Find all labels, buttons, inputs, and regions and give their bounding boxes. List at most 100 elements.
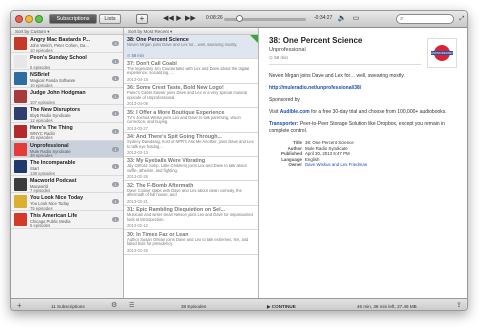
tab-subscriptions[interactable]: Subscriptions: [49, 14, 97, 24]
episode-tags: Title 38: One Percent Science Author Mule …: [269, 140, 461, 168]
podcast-row[interactable]: Unprofessional Mule Radio Syndicate 38 epi…: [11, 140, 123, 159]
rewind-icon[interactable]: ◀◀: [163, 14, 174, 24]
podcast-row[interactable]: Macworld Podcast Macworld 7 episodes 1: [11, 176, 123, 194]
episode-row[interactable]: 38: One Percent Science Neven Mrgan joins…: [124, 35, 258, 60]
episode-row-meta: 2013-02-21: [127, 198, 148, 204]
podcast-row[interactable]: Angry Mac Bastards P... John Welch, Peter…: [11, 35, 123, 53]
podcast-row[interactable]: Here's The Thing WNYC Radio 45 episodes 1: [11, 123, 123, 141]
zoom-window-button[interactable]: [35, 15, 43, 23]
fullscreen-icon[interactable]: ⤢: [458, 14, 466, 24]
unplayed-badge: 1: [112, 93, 119, 99]
podcast-artwork-thumb: [14, 107, 27, 121]
notes-visit-prefix: Visit: [269, 109, 279, 115]
episode-row[interactable]: 30: In Times Faz or Lean Author Susan Orl…: [124, 230, 258, 255]
podcast-row[interactable]: Peon's Sunday School 5 episodes 1: [11, 53, 123, 71]
artwork-label: UNPROFESSIONAL: [431, 51, 459, 55]
speaker-icon[interactable]: 🔈: [337, 14, 347, 24]
continue-button[interactable]: ▶ CONTINUE: [267, 304, 296, 310]
close-window-button[interactable]: [15, 15, 23, 23]
podcast-title: Judge John Hodgman: [30, 89, 86, 96]
divider: [269, 64, 421, 65]
podcast-artwork-thumb: [14, 37, 27, 50]
episode-row-description: Panic's Cabel Sasser joins Dave and Lex …: [127, 91, 248, 100]
bottom-bar: + 11 Subscriptions ⚙ ☰ 38 Episodes ▶ CON…: [11, 298, 467, 310]
episode-row-meta: 2013-03-27: [127, 125, 148, 131]
episode-row-description: Author Susan Orlean joins Dave and Lex t…: [127, 237, 249, 247]
unplayed-badge: 1: [112, 146, 119, 152]
podcast-artwork-thumb: [14, 142, 27, 156]
episode-row-meta: 2013-01-29: [127, 247, 148, 253]
podcast-row[interactable]: The New Disruptors 5by5 Radio Syndicate 12…: [11, 105, 123, 123]
fast-forward-icon[interactable]: ▶▶: [185, 14, 196, 24]
search-icon: ⌕: [400, 16, 404, 22]
episode-list: Sort by Most Recent ▾ 38: One Percent Sc…: [124, 28, 259, 298]
play-icon[interactable]: ▶: [174, 14, 184, 24]
episode-sort-menu[interactable]: Sort by Most Recent ▾: [124, 28, 258, 35]
podcast-row[interactable]: NSBrief Magical Panda Software 10 episodes…: [11, 70, 123, 88]
playback-scrubber[interactable]: [224, 15, 306, 22]
list-icon[interactable]: ☰: [129, 302, 134, 309]
episode-row-description: Dave Coulier stabs with Dave and Lex abo…: [127, 188, 242, 198]
episode-row-meta: 2013-03-13: [127, 150, 148, 156]
unplayed-badge: 1: [112, 199, 119, 205]
episode-row[interactable]: 37: Don't Call Coabl The legendary Jim Co…: [124, 59, 258, 84]
podcast-row[interactable]: You Look Nice Today You Look Nice Today 75…: [11, 193, 123, 211]
unplayed-badge: 1: [112, 128, 119, 134]
scrubber-knob[interactable]: [236, 15, 243, 22]
episode-row-description: Neven Mrgan joins Dave and Lex for... we…: [127, 42, 238, 47]
app-window: Subscriptions Lists + ◀◀ ▶ ▶▶ 0:08:26 -0…: [10, 10, 468, 311]
podcast-row[interactable]: The Incomparable Start 138 episodes 1: [11, 158, 123, 176]
episode-link[interactable]: http://muleradio.net/unprofessional/38/: [269, 85, 361, 91]
episode-row-description: Musician and writer Sean Nelson joins Le…: [127, 213, 253, 222]
podcast-artwork-thumb: [14, 195, 27, 209]
unplayed-badge: 1: [112, 111, 119, 117]
podcast-row[interactable]: Judge John Hodgman 107 episodes 1: [11, 88, 123, 106]
tab-lists[interactable]: Lists: [99, 14, 121, 24]
transporter-link[interactable]: Transporter:: [269, 121, 298, 127]
episode-title: 38: One Percent Science: [269, 36, 363, 45]
add-subscription-icon[interactable]: +: [17, 301, 22, 310]
podcast-artwork-thumb: [14, 177, 27, 191]
add-podcast-button[interactable]: +: [136, 14, 148, 24]
episode-row-meta: 2013-04-18: [127, 76, 148, 82]
episode-detail: 38: One Percent Science Unprofessional ⊙…: [259, 28, 467, 298]
episode-row[interactable]: 31: Epic Rambling Disquietion on Sel... M…: [124, 206, 258, 231]
tag-owner-key: Owner: [288, 162, 302, 168]
audible-link[interactable]: Audible.com: [280, 109, 310, 115]
podcast-sort-menu[interactable]: Sort by Custom ▾: [11, 28, 123, 35]
episodes-count: 38 Episodes: [181, 303, 207, 309]
podcast-list: Sort by Custom ▾ Angry Mac Bastards P...…: [11, 28, 124, 298]
episode-row[interactable]: 33: My Eyeballs Were Vibrating Jay Cliffo…: [124, 157, 258, 182]
share-icon[interactable]: ⇪: [456, 301, 462, 309]
episode-row-description: Jay Clifford Jump, Little Children) join…: [127, 164, 247, 174]
podcast-artwork-thumb: [14, 89, 27, 103]
podcast-title: Peon's Sunday School: [30, 54, 87, 61]
time-elapsed: 0:08:26: [206, 15, 223, 21]
podcast-artwork: UNPROFESSIONAL: [427, 38, 459, 68]
episode-row[interactable]: 35: I Offer a More Boutique Experience TV…: [124, 108, 258, 133]
episode-row-description: TV's Joshua Welsa joins Lex and Dave to …: [127, 115, 241, 125]
notes-sponsored: Sponsored by: [269, 97, 300, 103]
episode-podcast-name[interactable]: Unprofessional: [269, 47, 306, 53]
episode-row[interactable]: 34: And There's Spit Going Through... Syd…: [124, 133, 258, 157]
podcast-artwork-thumb: [14, 160, 27, 174]
minimize-window-button[interactable]: [25, 15, 33, 23]
search-input[interactable]: ⌕: [396, 14, 454, 24]
unplayed-badge: 1: [112, 58, 119, 64]
gear-icon[interactable]: ⚙: [111, 301, 117, 309]
episode-row-meta: 2013-02-12: [127, 223, 148, 229]
tag-owner-value[interactable]: Dave Wiskus and Lex Friedman: [305, 162, 367, 168]
episode-duration: ⊙ 58 min: [269, 55, 288, 60]
episode-notes: Neven Mrgan joins Dave and Lex for… well…: [269, 73, 461, 168]
podcast-row[interactable]: This American Life Chicago Public Media 5 …: [11, 211, 123, 229]
unplayed-badge: 1: [112, 164, 119, 170]
unplayed-badge: 1: [112, 216, 119, 222]
airplay-icon[interactable]: ▭: [351, 14, 361, 24]
notes-intro: Neven Mrgan joins Dave and Lex for… well…: [269, 73, 405, 79]
episode-row[interactable]: 36: Some Crest Taste, Bold New Logo! Pani…: [124, 84, 258, 109]
podcast-artwork-thumb: [14, 212, 27, 226]
podcast-artwork-thumb: [14, 54, 27, 68]
podcast-artwork-thumb: [14, 124, 27, 138]
episode-file-info: 46 min, 38 min left, 27.46 MB: [357, 303, 417, 309]
episode-row[interactable]: 32: The F-Bomb Aftermath Dave Coulier sta…: [124, 181, 258, 206]
